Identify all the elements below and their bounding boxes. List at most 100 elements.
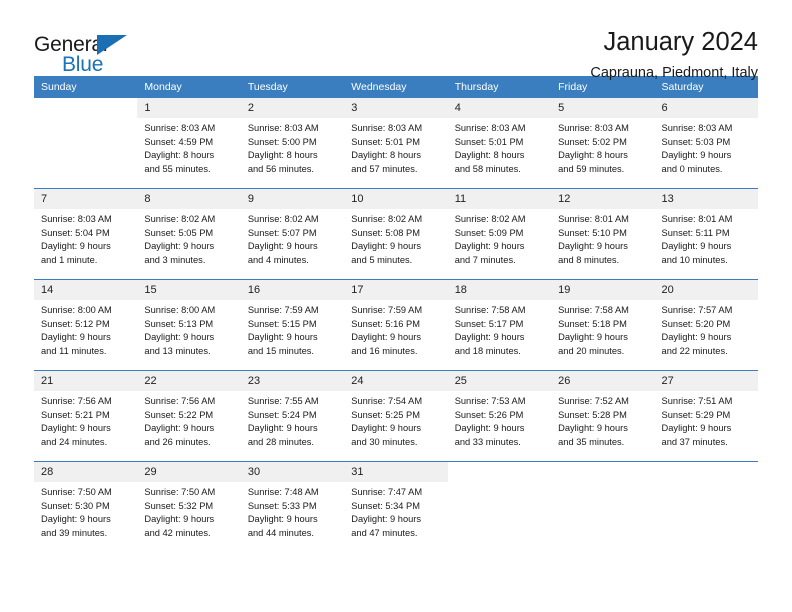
- calendar-day-cell[interactable]: 17 Sunrise: 7:59 AM Sunset: 5:16 PM Dayl…: [344, 279, 448, 371]
- calendar-day-cell[interactable]: 9 Sunrise: 8:02 AM Sunset: 5:07 PM Dayli…: [240, 188, 345, 280]
- general-blue-logo[interactable]: General Blue: [34, 28, 154, 82]
- calendar-day-cell[interactable]: 23 Sunrise: 7:55 AM Sunset: 5:24 PM Dayl…: [240, 370, 345, 462]
- day-details: Sunrise: 7:50 AM Sunset: 5:30 PM Dayligh…: [34, 482, 137, 540]
- day-number: 27: [654, 371, 758, 391]
- day-number: 8: [137, 189, 241, 209]
- brand-name-blue: Blue: [62, 53, 104, 76]
- calendar-day-cell[interactable]: 25 Sunrise: 7:53 AM Sunset: 5:26 PM Dayl…: [447, 370, 552, 462]
- calendar-day-cell: [447, 461, 552, 552]
- sunset-text: Sunset: 5:13 PM: [144, 318, 214, 329]
- daylight-text-line1: Daylight: 9 hours: [247, 332, 318, 343]
- calendar-day-cell[interactable]: 26 Sunrise: 7:52 AM Sunset: 5:28 PM Dayl…: [551, 370, 655, 462]
- sunrise-text: Sunrise: 8:02 AM: [454, 214, 526, 224]
- day-details: Sunrise: 7:56 AM Sunset: 5:21 PM Dayligh…: [34, 391, 137, 449]
- weekday-header-thursday: Thursday: [447, 76, 552, 98]
- day-number: 21: [34, 371, 138, 391]
- sunset-text: Sunset: 5:10 PM: [558, 227, 627, 238]
- calendar-day-cell[interactable]: 2 Sunrise: 8:03 AM Sunset: 5:00 PM Dayli…: [240, 98, 345, 189]
- calendar-day-cell[interactable]: 30 Sunrise: 7:48 AM Sunset: 5:33 PM Dayl…: [240, 461, 345, 552]
- sunset-text: Sunset: 5:09 PM: [454, 227, 524, 238]
- calendar-day-cell[interactable]: 12 Sunrise: 8:01 AM Sunset: 5:10 PM Dayl…: [551, 188, 655, 280]
- calendar-day-cell[interactable]: 10 Sunrise: 8:02 AM Sunset: 5:08 PM Dayl…: [344, 188, 448, 280]
- daylight-text-line2: and 37 minutes.: [661, 436, 728, 447]
- sunrise-text: Sunrise: 8:01 AM: [661, 214, 733, 224]
- sunrise-text: Sunrise: 7:54 AM: [351, 396, 423, 406]
- day-number: 2: [240, 98, 345, 118]
- daylight-text-line2: and 26 minutes.: [144, 436, 211, 447]
- calendar-day-cell[interactable]: 24 Sunrise: 7:54 AM Sunset: 5:25 PM Dayl…: [344, 370, 448, 462]
- sunrise-text: Sunrise: 7:53 AM: [454, 396, 526, 406]
- calendar-body: 1 Sunrise: 8:03 AM Sunset: 4:59 PM Dayli…: [34, 98, 758, 552]
- calendar-day-cell[interactable]: 15 Sunrise: 8:00 AM Sunset: 5:13 PM Dayl…: [137, 279, 241, 371]
- sunset-text: Sunset: 5:12 PM: [41, 318, 110, 329]
- calendar-day-cell[interactable]: 8 Sunrise: 8:02 AM Sunset: 5:05 PM Dayli…: [137, 188, 241, 280]
- daylight-text-line1: Daylight: 9 hours: [144, 332, 215, 343]
- sunset-text: Sunset: 5:25 PM: [351, 409, 420, 420]
- calendar-week-row: 1 Sunrise: 8:03 AM Sunset: 4:59 PM Dayli…: [34, 98, 758, 189]
- sunset-text: Sunset: 5:33 PM: [247, 500, 317, 511]
- daylight-text-line1: Daylight: 8 hours: [454, 150, 525, 161]
- sunrise-text: Sunrise: 7:56 AM: [41, 396, 112, 406]
- calendar-day-cell[interactable]: 4 Sunrise: 8:03 AM Sunset: 5:01 PM Dayli…: [447, 98, 552, 189]
- calendar-day-cell[interactable]: 28 Sunrise: 7:50 AM Sunset: 5:30 PM Dayl…: [34, 461, 138, 552]
- daylight-text-line1: Daylight: 9 hours: [661, 150, 732, 161]
- day-number: 26: [551, 371, 655, 391]
- daylight-text-line1: Daylight: 9 hours: [144, 514, 215, 525]
- daylight-text-line2: and 55 minutes.: [144, 163, 211, 174]
- daylight-text-line2: and 42 minutes.: [144, 527, 211, 538]
- daylight-text-line1: Daylight: 9 hours: [41, 241, 111, 252]
- calendar-day-cell[interactable]: 31 Sunrise: 7:47 AM Sunset: 5:34 PM Dayl…: [344, 461, 448, 552]
- sunset-text: Sunset: 5:15 PM: [247, 318, 317, 329]
- daylight-text-line2: and 47 minutes.: [351, 527, 418, 538]
- weekday-header-tuesday: Tuesday: [240, 76, 345, 98]
- daylight-text-line1: Daylight: 9 hours: [661, 241, 732, 252]
- daylight-text-line1: Daylight: 9 hours: [351, 332, 422, 343]
- calendar-day-cell[interactable]: 13 Sunrise: 8:01 AM Sunset: 5:11 PM Dayl…: [654, 188, 758, 280]
- daylight-text-line2: and 35 minutes.: [558, 436, 625, 447]
- calendar-day-cell[interactable]: 21 Sunrise: 7:56 AM Sunset: 5:21 PM Dayl…: [34, 370, 138, 462]
- day-number: 29: [137, 462, 241, 482]
- sunset-text: Sunset: 5:20 PM: [661, 318, 731, 329]
- calendar-day-cell: [551, 461, 655, 552]
- calendar-day-cell[interactable]: 27 Sunrise: 7:51 AM Sunset: 5:29 PM Dayl…: [654, 370, 758, 462]
- calendar-day-cell[interactable]: 16 Sunrise: 7:59 AM Sunset: 5:15 PM Dayl…: [240, 279, 345, 371]
- day-details: Sunrise: 7:56 AM Sunset: 5:22 PM Dayligh…: [137, 391, 240, 449]
- daylight-text-line2: and 24 minutes.: [41, 436, 108, 447]
- calendar-day-cell[interactable]: 22 Sunrise: 7:56 AM Sunset: 5:22 PM Dayl…: [137, 370, 241, 462]
- calendar-day-cell[interactable]: 3 Sunrise: 8:03 AM Sunset: 5:01 PM Dayli…: [344, 98, 448, 189]
- day-number: 3: [344, 98, 448, 118]
- daylight-text-line2: and 56 minutes.: [247, 163, 314, 174]
- calendar-day-cell[interactable]: 6 Sunrise: 8:03 AM Sunset: 5:03 PM Dayli…: [654, 98, 758, 189]
- daylight-text-line2: and 4 minutes.: [247, 254, 309, 265]
- day-details: Sunrise: 8:03 AM Sunset: 5:03 PM Dayligh…: [655, 118, 758, 176]
- calendar-day-cell[interactable]: 14 Sunrise: 8:00 AM Sunset: 5:12 PM Dayl…: [34, 279, 138, 371]
- sunset-text: Sunset: 5:22 PM: [144, 409, 214, 420]
- calendar-day-cell[interactable]: 5 Sunrise: 8:03 AM Sunset: 5:02 PM Dayli…: [551, 98, 655, 189]
- day-details: Sunrise: 7:48 AM Sunset: 5:33 PM Dayligh…: [241, 482, 344, 540]
- day-number: 17: [344, 280, 448, 300]
- calendar-week-row: 28 Sunrise: 7:50 AM Sunset: 5:30 PM Dayl…: [34, 461, 758, 552]
- sunrise-text: Sunrise: 8:02 AM: [351, 214, 423, 224]
- day-details: Sunrise: 8:00 AM Sunset: 5:12 PM Dayligh…: [34, 300, 137, 358]
- daylight-text-line2: and 20 minutes.: [558, 345, 625, 356]
- sunrise-text: Sunrise: 8:03 AM: [454, 123, 526, 133]
- day-number: 6: [654, 98, 758, 118]
- calendar-day-cell[interactable]: 29 Sunrise: 7:50 AM Sunset: 5:32 PM Dayl…: [137, 461, 241, 552]
- calendar-day-cell[interactable]: 11 Sunrise: 8:02 AM Sunset: 5:09 PM Dayl…: [447, 188, 552, 280]
- day-number: 1: [137, 98, 241, 118]
- daylight-text-line1: Daylight: 9 hours: [351, 423, 422, 434]
- sunset-text: Sunset: 5:00 PM: [247, 136, 317, 147]
- daylight-text-line2: and 3 minutes.: [144, 254, 206, 265]
- daylight-text-line1: Daylight: 9 hours: [41, 332, 111, 343]
- calendar-day-cell[interactable]: 19 Sunrise: 7:58 AM Sunset: 5:18 PM Dayl…: [551, 279, 655, 371]
- calendar-day-cell[interactable]: 18 Sunrise: 7:58 AM Sunset: 5:17 PM Dayl…: [447, 279, 552, 371]
- daylight-text-line2: and 8 minutes.: [558, 254, 620, 265]
- calendar-day-cell[interactable]: 20 Sunrise: 7:57 AM Sunset: 5:20 PM Dayl…: [654, 279, 758, 371]
- triangle-flag-icon: [97, 35, 127, 55]
- day-details: Sunrise: 7:54 AM Sunset: 5:25 PM Dayligh…: [344, 391, 447, 449]
- sunrise-text: Sunrise: 8:03 AM: [558, 123, 629, 133]
- sunrise-text: Sunrise: 7:48 AM: [247, 487, 319, 497]
- sunset-text: Sunset: 5:29 PM: [661, 409, 731, 420]
- calendar-day-cell[interactable]: 1 Sunrise: 8:03 AM Sunset: 4:59 PM Dayli…: [137, 98, 241, 189]
- calendar-day-cell[interactable]: 7 Sunrise: 8:03 AM Sunset: 5:04 PM Dayli…: [34, 188, 138, 280]
